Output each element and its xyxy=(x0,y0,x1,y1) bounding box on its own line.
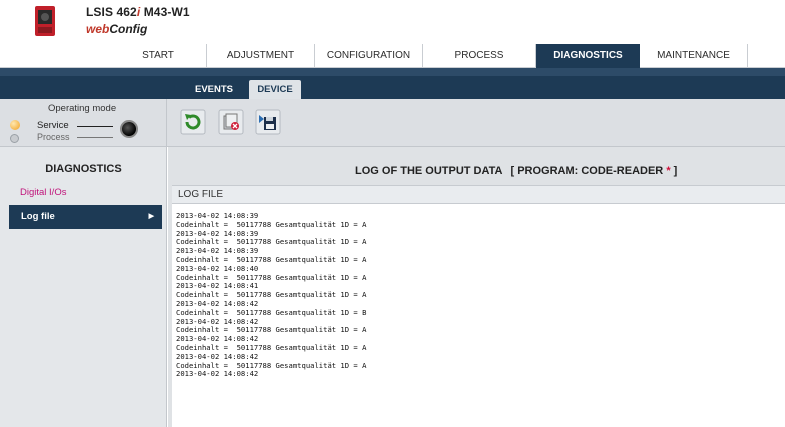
log-line: Codeinhalt = 50117788 Gesamtqualität 1D … xyxy=(176,325,367,335)
tab-start[interactable]: START xyxy=(110,44,207,68)
log-line: Codeinhalt = 50117788 Gesamtqualität 1D … xyxy=(176,254,367,264)
toolbar-row: Operating mode Service Process xyxy=(0,99,785,147)
operating-mode-title: Operating mode xyxy=(48,103,117,114)
tab-adjustment[interactable]: ADJUSTMENT xyxy=(207,44,315,68)
process-led-icon xyxy=(10,134,19,143)
service-line xyxy=(77,126,113,127)
log-line: Codeinhalt = 50117788 Gesamtqualität 1D … xyxy=(176,307,367,317)
log-file-header: LOG FILE xyxy=(172,185,785,204)
log-line: Codeinhalt = 50117788 Gesamtqualität 1D … xyxy=(176,290,367,300)
subtab-device[interactable]: DEVICE xyxy=(249,80,301,99)
log-line: Codeinhalt = 50117788 Gesamtqualität 1D … xyxy=(176,237,367,247)
sidebar: DIAGNOSTICS Digital I/Os Log file ▶ xyxy=(0,147,167,427)
sub-tab-stripe xyxy=(0,68,785,76)
log-title: LOG OF THE OUTPUT DATA xyxy=(355,165,503,177)
sensor-device-icon xyxy=(35,6,55,36)
sidebar-title: DIAGNOSTICS xyxy=(45,163,122,175)
product-title: LSIS 462i M43-W1 xyxy=(86,5,190,19)
log-line: Codeinhalt = 50117788 Gesamtqualität 1D … xyxy=(176,360,367,370)
app-header: LSIS 462i M43-W1 webConfig xyxy=(0,0,785,44)
save-icon[interactable] xyxy=(255,109,281,135)
page-title: LOG OF THE OUTPUT DATA [ PROGRAM: CODE-RE… xyxy=(355,165,677,177)
service-label: Service xyxy=(37,120,69,131)
log-file-header-label: LOG FILE xyxy=(178,189,224,200)
log-file-body[interactable]: 2013-04-02 14:08:39 Codeinhalt = 50117788… xyxy=(172,204,785,427)
tab-diagnostics[interactable]: DIAGNOSTICS xyxy=(536,44,640,68)
refresh-icon[interactable] xyxy=(180,109,206,135)
tab-configuration[interactable]: CONFIGURATION xyxy=(315,44,423,68)
delete-icon[interactable] xyxy=(218,109,244,135)
log-line: Codeinhalt = 50117788 Gesamtqualität 1D … xyxy=(176,272,367,282)
sidebar-item-log-file[interactable]: Log file ▶ xyxy=(9,205,162,229)
tab-process[interactable]: PROCESS xyxy=(423,44,536,68)
service-led-icon xyxy=(10,120,20,130)
main-content: LOG OF THE OUTPUT DATA [ PROGRAM: CODE-RE… xyxy=(168,147,785,427)
sidebar-item-label: Log file xyxy=(21,211,55,222)
chevron-right-icon: ▶ xyxy=(148,213,154,220)
operating-mode-panel: Operating mode Service Process xyxy=(0,99,167,147)
mode-switch-knob[interactable] xyxy=(120,120,138,138)
tab-maintenance[interactable]: MAINTENANCE xyxy=(640,44,748,68)
log-line: Codeinhalt = 50117788 Gesamtqualität 1D … xyxy=(176,219,367,229)
log-line: 2013-04-02 14:08:42 xyxy=(176,369,259,379)
main-tab-bar: START ADJUSTMENT CONFIGURATION PROCESS D… xyxy=(0,44,785,68)
log-line: Codeinhalt = 50117788 Gesamtqualität 1D … xyxy=(176,342,367,352)
sub-tab-bar: EVENTS DEVICE xyxy=(0,68,785,99)
process-line xyxy=(77,137,113,138)
subtab-events[interactable]: EVENTS xyxy=(186,80,242,99)
process-label: Process xyxy=(37,132,70,142)
program-close: ] xyxy=(670,165,678,177)
sidebar-item-digital-ios[interactable]: Digital I/Os xyxy=(20,187,66,198)
program-label: [ PROGRAM: CODE-READER xyxy=(510,165,667,177)
app-name: webConfig xyxy=(86,22,148,36)
